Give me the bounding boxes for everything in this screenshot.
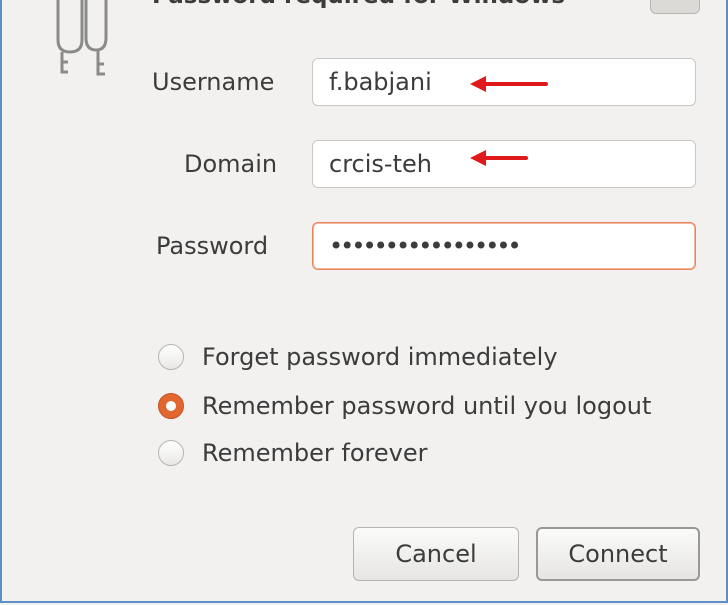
radio-button[interactable] [158, 344, 184, 370]
dialog-title: Password required for Windows [152, 0, 565, 9]
domain-label: Domain [184, 150, 278, 178]
password-dialog: Password required for Windows Username f… [0, 0, 728, 603]
cancel-button[interactable]: Cancel [353, 527, 519, 581]
radio-label: Remember password until you logout [202, 392, 652, 420]
password-label: Password [156, 232, 269, 260]
radio-label: Forget password immediately [202, 343, 558, 371]
radio-dot-icon [166, 401, 176, 411]
radio-button[interactable] [158, 440, 184, 466]
radio-button-checked[interactable] [158, 393, 184, 419]
radio-forget-immediately[interactable]: Forget password immediately [158, 343, 558, 371]
arrow-left-icon [470, 76, 548, 92]
radio-remember-forever[interactable]: Remember forever [158, 439, 427, 467]
radio-label: Remember forever [202, 439, 428, 467]
connect-button[interactable]: Connect [536, 527, 700, 581]
radio-remember-until-logout[interactable]: Remember password until you logout [158, 392, 651, 420]
arrow-left-icon [470, 150, 528, 166]
close-button[interactable] [650, 0, 700, 14]
keys-icon [56, 0, 108, 76]
username-label: Username [152, 68, 275, 96]
password-field[interactable]: ••••••••••••••••• [312, 222, 696, 270]
